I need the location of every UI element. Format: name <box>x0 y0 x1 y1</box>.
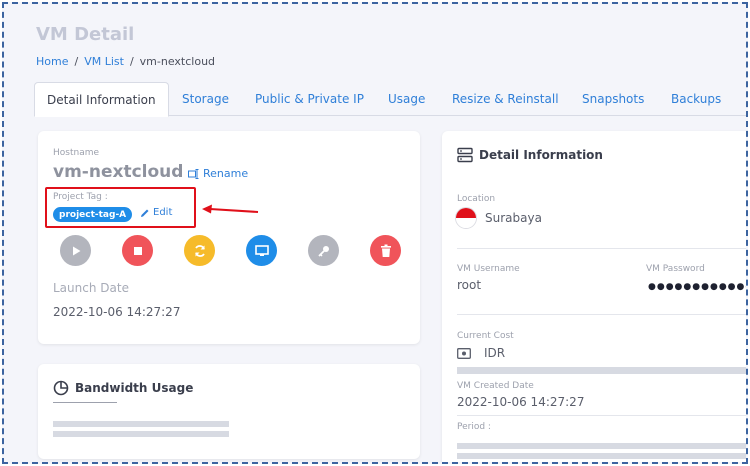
detail-title: Detail Information <box>457 147 603 163</box>
tab-backups[interactable]: Backups <box>659 82 733 116</box>
page-title: VM Detail <box>36 24 135 45</box>
stop-button[interactable] <box>122 235 153 266</box>
vm-created-label: VM Created Date <box>457 381 534 391</box>
detail-title-text: Detail Information <box>479 148 603 162</box>
bandwidth-title-underline <box>53 402 117 403</box>
current-cost-value: IDR <box>484 346 506 360</box>
breadcrumb-vm-list[interactable]: VM List <box>84 55 124 68</box>
edit-tag-button[interactable]: Edit <box>140 207 172 218</box>
location-value: Surabaya <box>485 211 542 225</box>
trash-icon <box>380 244 391 257</box>
divider <box>457 248 746 249</box>
vm-password-value: ●●●●●●●●●●●● <box>648 282 748 292</box>
server-icon <box>457 147 473 163</box>
vm-password-label: VM Password <box>646 264 705 274</box>
breadcrumb-current: vm-nextcloud <box>139 55 216 68</box>
breadcrumb: Home / VM List / vm-nextcloud <box>36 55 215 68</box>
current-cost-label: Current Cost <box>457 331 514 341</box>
edit-label: Edit <box>153 207 173 218</box>
tab-usage[interactable]: Usage <box>376 82 437 116</box>
start-button[interactable] <box>60 235 91 266</box>
console-icon <box>254 244 269 256</box>
key-icon <box>317 245 329 257</box>
bandwidth-title-text: Bandwidth Usage <box>75 381 194 395</box>
indonesia-flag-icon <box>455 207 477 229</box>
detail-information-card: Detail Information Location Surabaya VM … <box>442 131 748 462</box>
vm-name: vm-nextcloud <box>53 162 184 182</box>
loading-skeleton <box>457 367 746 374</box>
location-label: Location <box>457 194 496 204</box>
pencil-icon <box>141 209 149 217</box>
breadcrumb-separator: / <box>129 55 134 68</box>
rename-button[interactable]: Rename <box>188 167 248 180</box>
bandwidth-card: Bandwidth Usage <box>38 364 420 459</box>
divider <box>457 415 746 416</box>
vm-created-value: 2022-10-06 14:27:27 <box>457 395 585 409</box>
project-tag-label: Project Tag : <box>53 192 108 202</box>
loading-skeleton <box>53 421 229 427</box>
hostname-label: Hostname <box>53 148 100 158</box>
play-icon <box>72 246 80 255</box>
vm-username-label: VM Username <box>457 264 520 274</box>
launch-date-value: 2022-10-06 14:27:27 <box>53 305 181 319</box>
divider <box>457 314 746 315</box>
tab-storage[interactable]: Storage <box>170 82 241 116</box>
restart-button[interactable] <box>184 235 215 266</box>
project-tag-badge: project-tag-A <box>53 207 133 222</box>
tab-snapshots[interactable]: Snapshots <box>570 82 656 116</box>
vm-action-bar <box>60 235 405 267</box>
rename-label: Rename <box>203 167 249 180</box>
delete-button[interactable] <box>370 235 401 266</box>
breadcrumb-separator: / <box>74 55 79 68</box>
screenshot-frame: VM Detail Home / VM List / vm-nextcloud … <box>2 2 748 464</box>
tab-public-private-ip[interactable]: Public & Private IP <box>243 82 376 116</box>
breadcrumb-home[interactable]: Home <box>36 55 68 68</box>
tab-detail-information[interactable]: Detail Information <box>34 82 169 117</box>
tab-bar: Detail Information Storage Public & Priv… <box>34 82 746 117</box>
vm-summary-card: Hostname vm-nextcloud Rename Project Tag… <box>38 131 420 344</box>
loading-skeleton <box>53 431 229 437</box>
launch-date-label: Launch Date <box>53 281 129 295</box>
annotation-arrow <box>202 204 259 214</box>
tab-resize-reinstall[interactable]: Resize & Reinstall <box>440 82 571 116</box>
period-label: Period : <box>457 422 491 432</box>
pie-chart-icon <box>53 380 69 396</box>
vm-username-value: root <box>457 278 482 292</box>
reset-password-button[interactable] <box>308 235 339 266</box>
stop-icon <box>133 246 142 255</box>
console-button[interactable] <box>246 235 277 266</box>
money-icon <box>457 348 471 359</box>
refresh-icon <box>194 244 205 257</box>
loading-skeleton <box>457 443 746 449</box>
loading-skeleton <box>457 453 746 459</box>
rename-icon <box>188 168 199 179</box>
bandwidth-title: Bandwidth Usage <box>53 380 193 396</box>
